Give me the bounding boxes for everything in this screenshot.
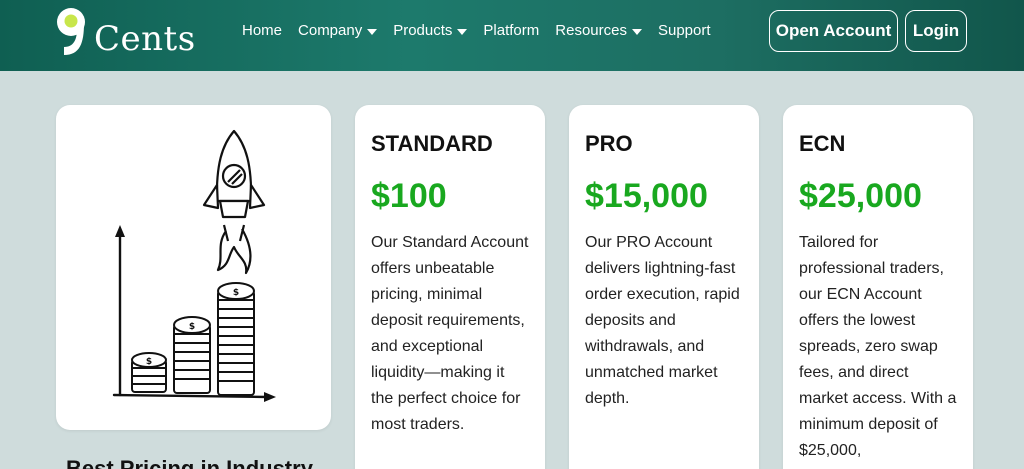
site-header: Cents Home Company Products Platform Res… — [0, 0, 1024, 71]
section-heading: Best Pricing in Industry — [66, 456, 313, 469]
plan-description: Our PRO Account delivers lightning-fast … — [585, 234, 740, 407]
coin-stack-group — [131, 282, 255, 396]
plan-price: $25,000 — [799, 177, 922, 215]
nav-support[interactable]: Support — [658, 22, 711, 39]
plan-price: $15,000 — [585, 177, 708, 215]
logo[interactable]: Cents — [54, 5, 204, 61]
login-button[interactable]: Login — [905, 10, 967, 52]
logo-text: Cents — [94, 19, 196, 59]
open-account-button[interactable]: Open Account — [769, 10, 898, 52]
caret-down-icon — [631, 28, 642, 35]
rocket-coins-growth-icon: $ $ $ — [112, 129, 276, 402]
nav-resources[interactable]: Resources — [555, 22, 642, 39]
plan-card-standard[interactable]: STANDARD $100 Our Standard Account offer… — [355, 105, 545, 469]
nav-company[interactable]: Company — [298, 22, 378, 39]
nav-label: Support — [657, 22, 711, 39]
plan-card-pro[interactable]: PRO $15,000 Our PRO Account delivers lig… — [569, 105, 759, 469]
plan-name: STANDARD — [371, 131, 493, 156]
nav-products[interactable]: Products — [393, 22, 468, 39]
nav-platform[interactable]: Platform — [483, 22, 539, 39]
nav-home[interactable]: Home — [242, 22, 282, 39]
caret-down-icon — [457, 28, 468, 35]
plan-card-ecn[interactable]: ECN $25,000 Tailored for professional tr… — [783, 105, 973, 469]
plan-price: $100 — [371, 177, 447, 215]
plan-description: Tailored for professional traders, our E… — [799, 234, 957, 459]
nav-label: Resources — [555, 22, 627, 39]
illustration-card: $ $ $ — [56, 105, 331, 430]
plan-description: Our Standard Account offers unbeatable p… — [371, 234, 529, 433]
svg-text:$: $ — [189, 322, 195, 332]
plan-name: PRO — [585, 131, 633, 156]
nav-label: Home — [242, 22, 283, 39]
svg-text:$: $ — [233, 288, 239, 298]
logo-mark-icon — [57, 8, 85, 55]
caret-down-icon — [367, 28, 378, 35]
main-nav: Home Company Products Platform Resources… — [242, 22, 727, 39]
plan-name: ECN — [799, 131, 846, 156]
nav-label: Company — [298, 22, 363, 39]
nav-label: Products — [393, 22, 453, 39]
nav-label: Platform — [483, 22, 540, 39]
svg-text:$: $ — [146, 357, 152, 367]
